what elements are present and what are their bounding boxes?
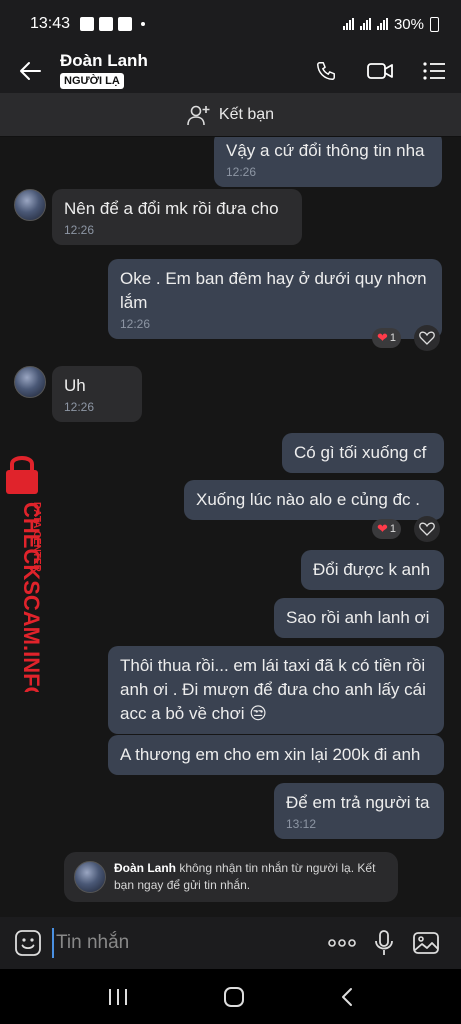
heart-outline-icon	[419, 331, 435, 345]
message-bubble[interactable]: Sao rồi anh lanh ơi	[274, 598, 444, 638]
battery-level: 30%	[393, 15, 424, 33]
message-time: 12:26	[64, 223, 95, 237]
notice-name: Đoàn Lanh	[114, 861, 176, 875]
message-text: Thôi thua rồi... em lái taxi đã k có tiề…	[120, 656, 426, 723]
message-text: Có gì tối xuống cf	[294, 443, 427, 462]
message-text: Để em trả người ta	[286, 793, 430, 812]
message-bubble[interactable]: Có gì tối xuống cf	[282, 433, 444, 473]
more-notifications-icon	[141, 22, 146, 26]
message-text: Oke . Em ban đêm hay ở dưới quy nhơn lắm	[120, 269, 427, 312]
chat-title[interactable]: Đoàn Lanh NGƯỜI LẠ	[60, 52, 299, 89]
gallery-notification-icon	[80, 17, 95, 31]
reaction-count[interactable]: ❤ 1	[372, 328, 402, 348]
message-bubble[interactable]: Để em trả người ta 13:12	[274, 783, 444, 839]
message-text: Đổi được k anh	[313, 560, 431, 579]
add-friend-icon	[187, 105, 210, 125]
nav-back-icon[interactable]	[340, 987, 354, 1007]
add-friend-button[interactable]: Kết bạn	[0, 93, 461, 137]
lock-icon	[6, 456, 38, 494]
message-bubble[interactable]: A thương em cho em xin lại 200k đi anh	[108, 735, 444, 775]
react-button[interactable]	[414, 325, 440, 351]
message-bubble[interactable]: Xuống lúc nào alo e củng đc .	[184, 480, 444, 520]
puzzle-notification-icon	[118, 17, 133, 31]
home-icon[interactable]	[223, 986, 245, 1008]
back-arrow-icon	[20, 61, 41, 80]
avatar[interactable]	[14, 189, 46, 221]
message-text: Uh	[64, 376, 86, 395]
status-time: 13:43	[30, 15, 71, 32]
message-bubble[interactable]: Đổi được k anh	[301, 550, 444, 590]
message-text: A thương em cho em xin lại 200k đi anh	[120, 745, 421, 764]
image-button[interactable]	[405, 923, 447, 963]
message-time: 12:26	[64, 400, 95, 414]
message-bubble[interactable]: Oke . Em ban đêm hay ở dưới quy nhơn lắm…	[108, 259, 442, 339]
video-call-button[interactable]	[353, 48, 407, 93]
heart-outline-icon	[419, 522, 435, 536]
message-bubble[interactable]: Vậy a cứ đổi thông tin nha 12:26	[214, 137, 442, 187]
avatar[interactable]	[14, 366, 46, 398]
message-text: Nên để a đổi mk rồi đưa cho	[64, 199, 279, 218]
message-bubble[interactable]: Uh 12:26	[52, 366, 142, 422]
emoji-icon[interactable]	[14, 929, 42, 957]
watermark-label: DATA CENTER	[31, 502, 42, 573]
more-icon	[328, 939, 356, 947]
message-bubble[interactable]: Nên để a đổi mk rồi đưa cho 12:26	[52, 189, 302, 245]
signal-icon	[342, 18, 354, 30]
contact-name: Đoàn Lanh	[60, 51, 148, 70]
chat-header: Đoàn Lanh NGƯỜI LẠ	[0, 48, 461, 93]
zalo-notification-icon	[99, 17, 114, 31]
message-text: Xuống lúc nào alo e củng đc .	[196, 490, 420, 509]
menu-button[interactable]	[407, 48, 461, 93]
reaction-count[interactable]: ❤ 1	[372, 519, 402, 539]
recent-apps-icon[interactable]	[107, 987, 129, 1007]
stranger-badge: NGƯỜI LẠ	[60, 73, 124, 89]
image-icon	[413, 932, 439, 954]
stranger-notice: Đoàn Lanh không nhận tin nhắn từ người l…	[64, 852, 398, 902]
back-button[interactable]	[0, 48, 60, 93]
system-nav-bar	[0, 969, 461, 1024]
message-bubble[interactable]: Thôi thua rồi... em lái taxi đã k có tiề…	[108, 646, 444, 734]
react-button[interactable]	[414, 516, 440, 542]
message-text: Vậy a cứ đổi thông tin nha	[226, 141, 425, 160]
battery-icon	[430, 16, 439, 32]
call-button[interactable]	[299, 48, 353, 93]
checkscam-watermark: CHECKSCAM.INFO DATA CENTER	[6, 456, 44, 692]
signal-2-icon	[376, 18, 388, 30]
message-time: 13:12	[286, 817, 317, 831]
status-bar: 13:43 30%	[0, 0, 461, 48]
voice-button[interactable]	[363, 923, 405, 963]
more-button[interactable]	[321, 923, 363, 963]
message-time: 12:26	[226, 165, 257, 179]
phone-icon	[317, 61, 335, 80]
avatar	[74, 861, 106, 893]
chat-area[interactable]: Vậy a cứ đổi thông tin nha 12:26 Nên để …	[0, 137, 461, 917]
notification-icons	[80, 17, 146, 31]
microphone-icon	[375, 930, 393, 955]
data-signal-icon	[359, 18, 371, 30]
video-call-icon	[367, 62, 393, 79]
message-input-bar: Tin nhắn	[0, 917, 461, 969]
heart-icon: ❤	[377, 521, 388, 536]
add-friend-label: Kết bạn	[218, 105, 275, 123]
heart-icon: ❤	[377, 330, 388, 345]
menu-icon	[423, 61, 445, 80]
message-text: Sao rồi anh lanh ơi	[286, 608, 430, 627]
message-input[interactable]: Tin nhắn	[52, 928, 321, 958]
